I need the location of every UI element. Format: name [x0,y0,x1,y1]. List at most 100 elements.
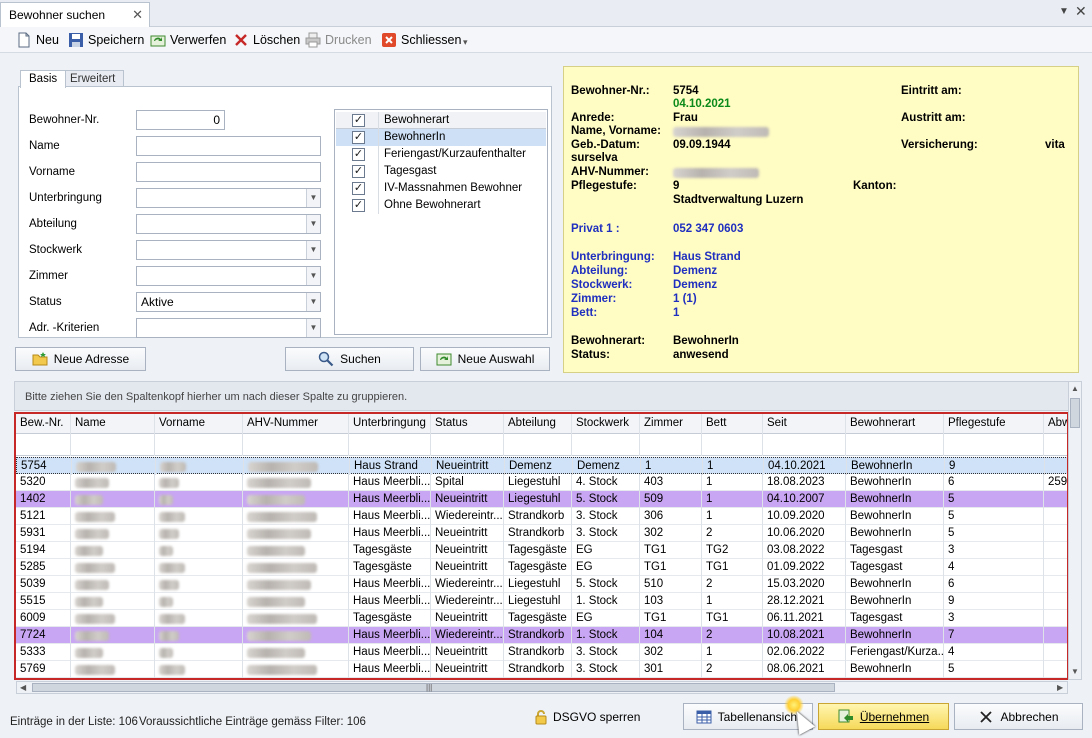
table-row[interactable]: 5121 Haus Meerbli... Wiedereintr... Strandk… [16,508,1067,525]
table-row[interactable]: 5515 Haus Meerbli... Wiedereintr... Liegest… [16,593,1067,610]
table-row[interactable]: 5194 Tagesgäste Neueintritt Tagesgäste EG TG1… [16,542,1067,559]
column-header[interactable]: Abw [1044,414,1067,434]
column-header[interactable]: Bew.-Nr. [16,414,71,434]
column-filter-cell[interactable] [243,434,349,456]
tab-erweitert[interactable]: Erweitert [61,70,125,87]
dsgvo-lock-button[interactable]: DSGVO sperren [533,709,640,725]
table-row[interactable]: 6009 Tagesgäste Neueintritt Tagesgäste EG TG1… [16,610,1067,627]
column-filter-cell[interactable] [504,434,572,456]
select-all-checkbox[interactable]: ✓ [352,114,365,127]
checkbox[interactable]: ✓ [352,165,365,178]
tab-list-dropdown-icon[interactable]: ▼ [1059,6,1069,17]
tab-bewohner-suchen[interactable]: Bewohner suchen ✕ [0,2,150,27]
apply-button[interactable]: Übernehmen [818,703,949,730]
search-button[interactable]: Suchen [285,347,414,371]
zimmer-select[interactable]: ▼ [136,266,321,286]
filter-row[interactable] [16,434,1067,456]
column-header[interactable]: Stockwerk [572,414,640,434]
column-header[interactable]: Unterbringung [349,414,431,434]
table-row[interactable]: 5039 Haus Meerbli... Wiedereintr... Liegest… [16,576,1067,593]
column-header[interactable]: Abteilung [504,414,572,434]
column-filter-cell[interactable] [16,434,71,456]
column-filter-cell[interactable] [71,434,155,456]
table-cell: EG [572,542,640,559]
column-header[interactable]: Pflegestufe [944,414,1044,434]
abteilung-select[interactable]: ▼ [136,214,321,234]
table-row[interactable]: 5285 Tagesgäste Neueintritt Tagesgäste EG TG1… [16,559,1067,576]
checkbox[interactable]: ✓ [352,131,365,144]
adr-kriterien-select[interactable]: ▼ [136,318,321,338]
print-button[interactable]: Drucken [305,31,372,49]
chevron-down-icon[interactable]: ▼ [306,189,320,207]
horizontal-scrollbar[interactable]: ◀ ||| ▶ [16,681,1068,694]
column-filter-cell[interactable] [431,434,504,456]
chevron-down-icon[interactable]: ▼ [306,241,320,259]
label-abteilung: Abteilung [29,218,77,230]
save-button[interactable]: Speichern [68,31,144,49]
unterbringung-select[interactable]: ▼ [136,188,321,208]
column-header[interactable]: Status [431,414,504,434]
checklist-item[interactable]: ✓ BewohnerIn [336,129,546,146]
chevron-down-icon[interactable]: ▼ [306,319,320,337]
checklist-item[interactable]: ✓ Ohne Bewohnerart [336,197,546,214]
checkbox[interactable]: ✓ [352,199,365,212]
column-filter-cell[interactable] [944,434,1044,456]
table-row[interactable]: 5333 Haus Meerbli... Neueintritt Strandkorb… [16,644,1067,661]
table-row[interactable]: 1402 Haus Meerbli... Neueintritt Liegestuhl… [16,491,1067,508]
column-header[interactable]: Bewohnerart [846,414,944,434]
column-filter-cell[interactable] [846,434,944,456]
checklist-item[interactable]: ✓ IV-Massnahmen Bewohner [336,180,546,197]
column-header[interactable]: Bett [702,414,763,434]
table-row[interactable]: 5320 Haus Meerbli... Spital Liegestuhl 4. St… [16,474,1067,491]
table-row[interactable]: 7724 Haus Meerbli... Wiedereintr... Strandk… [16,627,1067,644]
scroll-down-icon[interactable]: ▼ [1071,667,1079,676]
vorname-input[interactable] [136,162,321,182]
column-filter-cell[interactable] [572,434,640,456]
column-header[interactable]: Vorname [155,414,243,434]
cancel-button[interactable]: Abbrechen [954,703,1083,730]
new-button[interactable]: Neu [16,31,59,49]
column-header[interactable]: Seit [763,414,846,434]
toolbar-overflow-icon[interactable]: ▾ [463,37,468,48]
name-input[interactable] [136,136,321,156]
chevron-down-icon[interactable]: ▼ [306,267,320,285]
column-filter-cell[interactable] [640,434,702,456]
column-filter-cell[interactable] [702,434,763,456]
column-filter-cell[interactable] [1044,434,1067,456]
window-close-icon[interactable]: ✕ [1075,3,1087,20]
scroll-left-icon[interactable]: ◀ [20,683,26,692]
column-header[interactable]: Name [71,414,155,434]
status-select[interactable]: Aktive ▼ [136,292,321,312]
stockwerk-select[interactable]: ▼ [136,240,321,260]
table-row[interactable]: 5931 Haus Meerbli... Neueintritt Strandkorb… [16,525,1067,542]
vertical-scroll-thumb[interactable] [1070,398,1080,428]
column-header[interactable]: Zimmer [640,414,702,434]
chevron-down-icon[interactable]: ▼ [306,215,320,233]
scroll-right-icon[interactable]: ▶ [1057,683,1063,692]
checklist-item[interactable]: ✓ Feriengast/Kurzaufenthalter [336,146,546,163]
column-filter-cell[interactable] [349,434,431,456]
scroll-up-icon[interactable]: ▲ [1071,384,1079,393]
table-row[interactable]: 5754 Haus Strand Neueintritt Demenz Demenz 1 1… [16,457,1067,475]
table-cell [1044,610,1067,627]
checklist-item[interactable]: ✓ Tagesgast [336,163,546,180]
new-selection-button[interactable]: Neue Auswahl [420,347,550,371]
table-cell: BewohnerIn [846,627,944,644]
checkbox[interactable]: ✓ [352,148,365,161]
new-address-button[interactable]: Neue Adresse [15,347,146,371]
bewohner-nr-input[interactable]: 0 [136,110,225,130]
column-header[interactable]: AHV-Nummer [243,414,349,434]
close-button[interactable]: Schliessen [381,31,461,49]
chevron-down-icon[interactable]: ▼ [306,293,320,311]
discard-button[interactable]: Verwerfen [150,31,226,49]
vertical-scrollbar[interactable]: ▲ ▼ [1068,381,1082,680]
tab-close-icon[interactable]: ✕ [132,7,143,23]
group-by-area[interactable]: Bitte ziehen Sie den Spaltenkopf hierher… [14,381,1082,411]
checkbox[interactable]: ✓ [352,182,365,195]
tab-basis[interactable]: Basis [20,70,67,88]
horizontal-scroll-thumb[interactable]: ||| [32,683,835,692]
delete-button[interactable]: Löschen [233,31,300,49]
column-filter-cell[interactable] [763,434,846,456]
table-row[interactable]: 5769 Haus Meerbli... Neueintritt Strandkorb… [16,661,1067,678]
column-filter-cell[interactable] [155,434,243,456]
